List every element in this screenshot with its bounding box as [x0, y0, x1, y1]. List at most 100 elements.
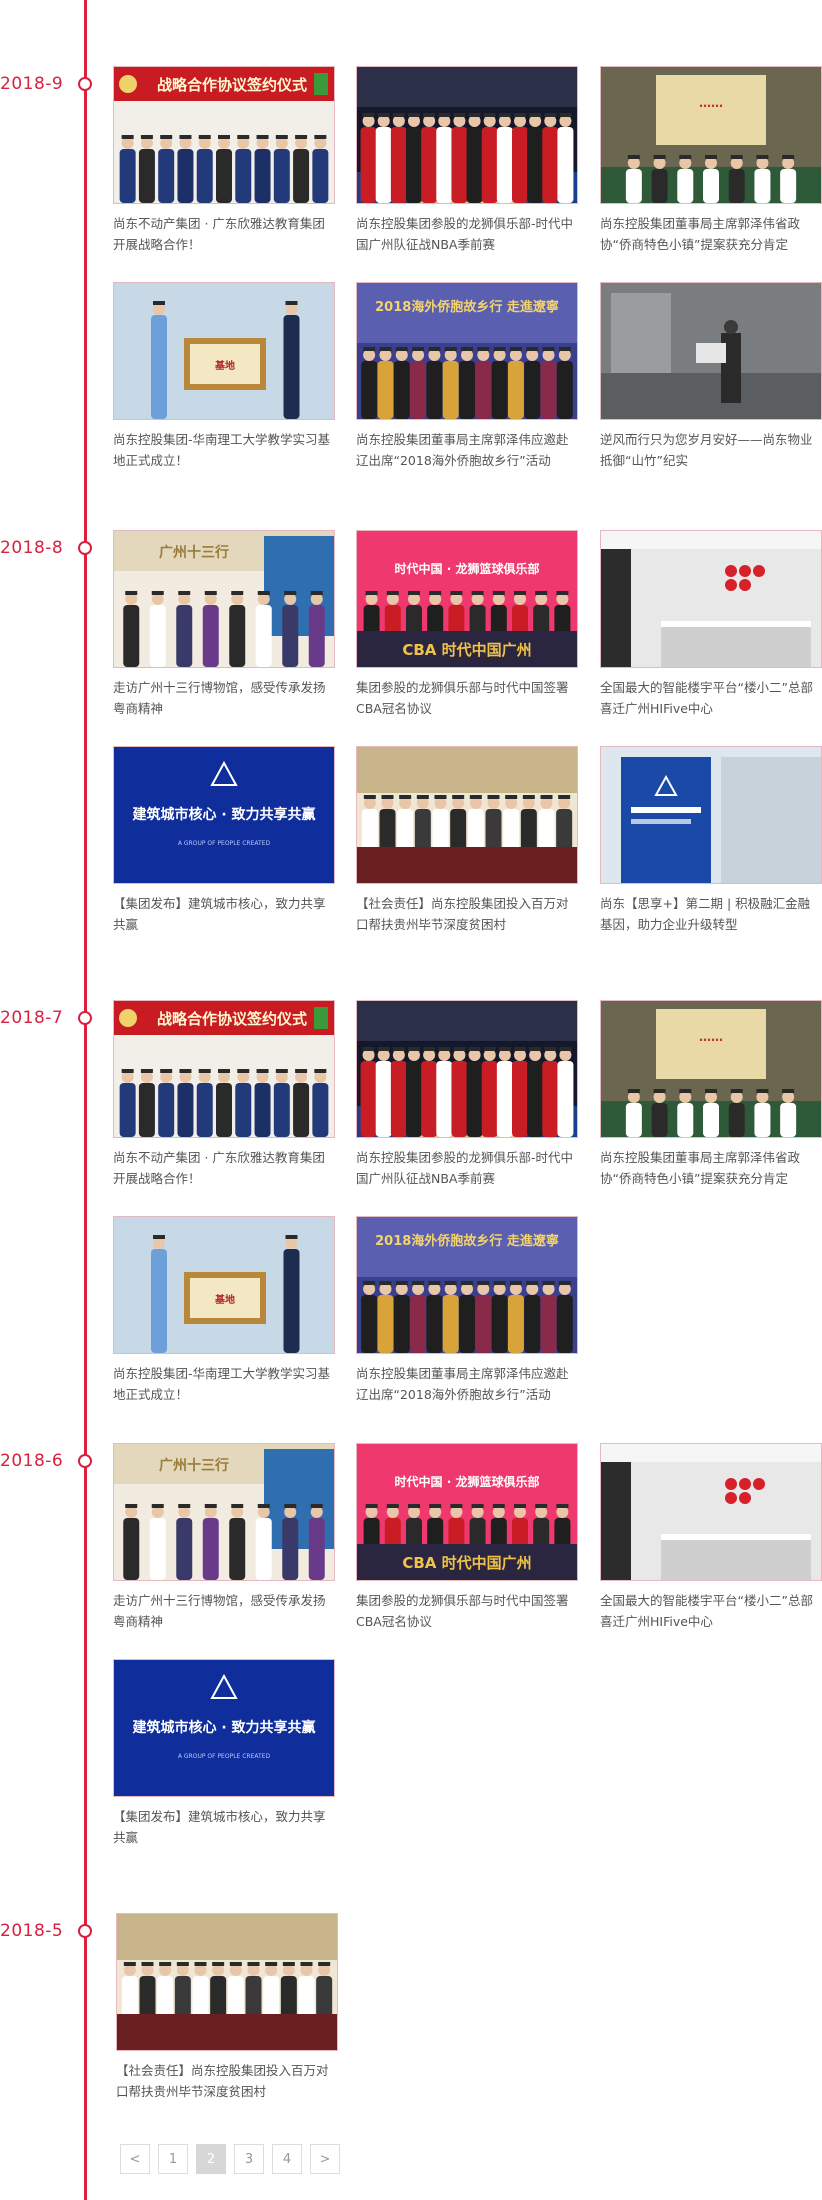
- news-thumbnail[interactable]: [356, 746, 578, 884]
- news-thumbnail[interactable]: 基地: [113, 1216, 335, 1354]
- svg-text:基地: 基地: [214, 359, 235, 372]
- news-thumbnail[interactable]: [600, 282, 822, 420]
- news-card[interactable]: 基地尚东控股集团-华南理工大学教学实习基地正式成立！: [113, 282, 335, 471]
- news-caption[interactable]: 尚东控股集团-华南理工大学教学实习基地正式成立！: [113, 1363, 335, 1405]
- timeline-dot: [78, 541, 92, 555]
- news-thumbnail[interactable]: [356, 66, 578, 204]
- news-card[interactable]: 全国最大的智能楼宇平台“楼小二”总部喜迁广州HIFive中心: [600, 530, 822, 719]
- news-card[interactable]: 战略合作协议签约仪式尚东不动产集团 · 广东欣雅达教育集团开展战略合作！: [113, 1000, 335, 1189]
- news-thumbnail[interactable]: 广州十三行: [113, 530, 335, 668]
- news-card[interactable]: 建筑城市核心 · 致力共享共赢 A GROUP OF PEOPLE CREATED…: [113, 746, 335, 935]
- svg-text:广州十三行: 广州十三行: [159, 544, 229, 561]
- news-caption[interactable]: 【社会责任】尚东控股集团投入百万对口帮扶贵州毕节深度贫困村: [116, 2060, 338, 2102]
- news-card[interactable]: 尚东控股集团参股的龙狮俱乐部-时代中国广州队征战NBA季前赛: [356, 66, 578, 255]
- next-page-button[interactable]: >: [310, 2144, 340, 2174]
- news-caption[interactable]: 尚东控股集团-华南理工大学教学实习基地正式成立！: [113, 429, 335, 471]
- news-card[interactable]: 战略合作协议签约仪式尚东不动产集团 · 广东欣雅达教育集团开展战略合作！: [113, 66, 335, 255]
- news-thumbnail[interactable]: 时代中国 · 龙狮篮球俱乐部 CBA 时代中国广州: [356, 530, 578, 668]
- news-thumbnail[interactable]: 建筑城市核心 · 致力共享共赢 A GROUP OF PEOPLE CREATED: [113, 746, 335, 884]
- svg-text:建筑城市核心 · 致力共享共赢: 建筑城市核心 · 致力共享共赢: [132, 1719, 315, 1736]
- timeline-dot: [78, 1924, 92, 1938]
- news-card[interactable]: 【社会责任】尚东控股集团投入百万对口帮扶贵州毕节深度贫困村: [356, 746, 578, 935]
- news-caption[interactable]: 走访广州十三行博物馆，感受传承发扬粤商精神: [113, 1590, 335, 1632]
- news-caption[interactable]: 尚东控股集团董事局主席郭泽伟省政协“侨商特色小镇”提案获充分肯定: [600, 213, 822, 255]
- svg-text:……: ……: [699, 96, 723, 110]
- news-card[interactable]: 尚东控股集团参股的龙狮俱乐部-时代中国广州队征战NBA季前赛: [356, 1000, 578, 1189]
- news-card[interactable]: …… 尚东控股集团董事局主席郭泽伟省政协“侨商特色小镇”提案获充分肯定: [600, 66, 822, 255]
- news-thumbnail[interactable]: ……: [600, 1000, 822, 1138]
- news-thumbnail[interactable]: 广州十三行: [113, 1443, 335, 1581]
- news-thumbnail[interactable]: [600, 746, 822, 884]
- news-caption[interactable]: 【集团发布】建筑城市核心，致力共享共赢: [113, 1806, 335, 1848]
- timeline-date: 2018-7: [0, 1008, 64, 1028]
- news-caption[interactable]: 尚东控股集团参股的龙狮俱乐部-时代中国广州队征战NBA季前赛: [356, 1147, 578, 1189]
- news-caption[interactable]: 集团参股的龙狮俱乐部与时代中国签署CBA冠名协议: [356, 1590, 578, 1632]
- news-thumbnail[interactable]: 2018海外侨胞故乡行 走進遼寧: [356, 282, 578, 420]
- page-button-2[interactable]: 2: [196, 2144, 226, 2174]
- svg-text:基地: 基地: [214, 1293, 235, 1306]
- news-caption[interactable]: 尚东不动产集团 · 广东欣雅达教育集团开展战略合作！: [113, 1147, 335, 1189]
- svg-text:2018海外侨胞故乡行 走進遼寧: 2018海外侨胞故乡行 走進遼寧: [375, 1233, 559, 1249]
- news-caption[interactable]: 走访广州十三行博物馆，感受传承发扬粤商精神: [113, 677, 335, 719]
- news-card[interactable]: 广州十三行走访广州十三行博物馆，感受传承发扬粤商精神: [113, 1443, 335, 1632]
- svg-text:A GROUP OF PEOPLE CREATED: A GROUP OF PEOPLE CREATED: [178, 1753, 271, 1760]
- news-thumbnail[interactable]: 时代中国 · 龙狮篮球俱乐部 CBA 时代中国广州: [356, 1443, 578, 1581]
- page-button-3[interactable]: 3: [234, 2144, 264, 2174]
- news-thumbnail[interactable]: 战略合作协议签约仪式: [113, 66, 335, 204]
- news-card[interactable]: 2018海外侨胞故乡行 走進遼寧尚东控股集团董事局主席郭泽伟应邀赴辽出席“201…: [356, 1216, 578, 1405]
- timeline-line: [84, 0, 87, 2200]
- svg-text:时代中国 · 龙狮篮球俱乐部: 时代中国 · 龙狮篮球俱乐部: [395, 561, 540, 576]
- news-card[interactable]: 尚东【思享+】第二期 | 积极融汇金融基因，助力企业升级转型: [600, 746, 822, 935]
- news-caption[interactable]: 尚东不动产集团 · 广东欣雅达教育集团开展战略合作！: [113, 213, 335, 255]
- news-card[interactable]: 基地尚东控股集团-华南理工大学教学实习基地正式成立！: [113, 1216, 335, 1405]
- prev-page-button[interactable]: <: [120, 2144, 150, 2174]
- news-card[interactable]: 广州十三行走访广州十三行博物馆，感受传承发扬粤商精神: [113, 530, 335, 719]
- page-button-4[interactable]: 4: [272, 2144, 302, 2174]
- timeline-dot: [78, 77, 92, 91]
- news-card[interactable]: 逆风而行只为您岁月安好——尚东物业抵御“山竹”纪实: [600, 282, 822, 471]
- news-caption[interactable]: 尚东控股集团董事局主席郭泽伟应邀赴辽出席“2018海外侨胞故乡行”活动: [356, 429, 578, 471]
- news-caption[interactable]: 【社会责任】尚东控股集团投入百万对口帮扶贵州毕节深度贫困村: [356, 893, 578, 935]
- news-caption[interactable]: 集团参股的龙狮俱乐部与时代中国签署CBA冠名协议: [356, 677, 578, 719]
- news-thumbnail[interactable]: 战略合作协议签约仪式: [113, 1000, 335, 1138]
- timeline-date: 2018-5: [0, 1921, 64, 1941]
- news-thumbnail[interactable]: 2018海外侨胞故乡行 走進遼寧: [356, 1216, 578, 1354]
- svg-text:战略合作协议签约仪式: 战略合作协议签约仪式: [157, 76, 307, 94]
- svg-text:CBA 时代中国广州: CBA 时代中国广州: [402, 641, 531, 659]
- timeline-date: 2018-6: [0, 1451, 64, 1471]
- news-caption[interactable]: 尚东控股集团参股的龙狮俱乐部-时代中国广州队征战NBA季前赛: [356, 213, 578, 255]
- news-thumbnail[interactable]: ……: [600, 66, 822, 204]
- news-card[interactable]: 时代中国 · 龙狮篮球俱乐部 CBA 时代中国广州集团参股的龙狮俱乐部与时代中国签…: [356, 1443, 578, 1632]
- news-caption[interactable]: 【集团发布】建筑城市核心，致力共享共赢: [113, 893, 335, 935]
- news-thumbnail[interactable]: 建筑城市核心 · 致力共享共赢 A GROUP OF PEOPLE CREATED: [113, 1659, 335, 1797]
- news-card[interactable]: 建筑城市核心 · 致力共享共赢 A GROUP OF PEOPLE CREATED…: [113, 1659, 335, 1848]
- news-card[interactable]: 全国最大的智能楼宇平台“楼小二”总部喜迁广州HIFive中心: [600, 1443, 822, 1632]
- news-thumbnail[interactable]: [356, 1000, 578, 1138]
- news-caption[interactable]: 尚东控股集团董事局主席郭泽伟应邀赴辽出席“2018海外侨胞故乡行”活动: [356, 1363, 578, 1405]
- timeline-dot: [78, 1454, 92, 1468]
- page-button-1[interactable]: 1: [158, 2144, 188, 2174]
- news-thumbnail[interactable]: [116, 1913, 338, 2051]
- news-caption[interactable]: 逆风而行只为您岁月安好——尚东物业抵御“山竹”纪实: [600, 429, 822, 471]
- news-caption[interactable]: 尚东控股集团董事局主席郭泽伟省政协“侨商特色小镇”提案获充分肯定: [600, 1147, 822, 1189]
- svg-text:建筑城市核心 · 致力共享共赢: 建筑城市核心 · 致力共享共赢: [132, 806, 315, 823]
- svg-text:广州十三行: 广州十三行: [159, 1457, 229, 1474]
- news-caption[interactable]: 尚东【思享+】第二期 | 积极融汇金融基因，助力企业升级转型: [600, 893, 822, 935]
- news-card[interactable]: …… 尚东控股集团董事局主席郭泽伟省政协“侨商特色小镇”提案获充分肯定: [600, 1000, 822, 1189]
- news-thumbnail[interactable]: [600, 1443, 822, 1581]
- news-card[interactable]: 时代中国 · 龙狮篮球俱乐部 CBA 时代中国广州集团参股的龙狮俱乐部与时代中国签…: [356, 530, 578, 719]
- timeline-date: 2018-9: [0, 74, 64, 94]
- svg-text:战略合作协议签约仪式: 战略合作协议签约仪式: [157, 1010, 307, 1028]
- svg-text:CBA 时代中国广州: CBA 时代中国广州: [402, 1554, 531, 1572]
- svg-text:……: ……: [699, 1030, 723, 1044]
- news-card[interactable]: 2018海外侨胞故乡行 走進遼寧尚东控股集团董事局主席郭泽伟应邀赴辽出席“201…: [356, 282, 578, 471]
- pagination: < 1 2 3 4 >: [120, 2144, 340, 2174]
- timeline-dot: [78, 1011, 92, 1025]
- news-card[interactable]: 【社会责任】尚东控股集团投入百万对口帮扶贵州毕节深度贫困村: [116, 1913, 338, 2102]
- svg-text:时代中国 · 龙狮篮球俱乐部: 时代中国 · 龙狮篮球俱乐部: [395, 1474, 540, 1489]
- news-caption[interactable]: 全国最大的智能楼宇平台“楼小二”总部喜迁广州HIFive中心: [600, 677, 822, 719]
- news-caption[interactable]: 全国最大的智能楼宇平台“楼小二”总部喜迁广州HIFive中心: [600, 1590, 822, 1632]
- news-thumbnail[interactable]: [600, 530, 822, 668]
- news-thumbnail[interactable]: 基地: [113, 282, 335, 420]
- timeline-date: 2018-8: [0, 538, 64, 558]
